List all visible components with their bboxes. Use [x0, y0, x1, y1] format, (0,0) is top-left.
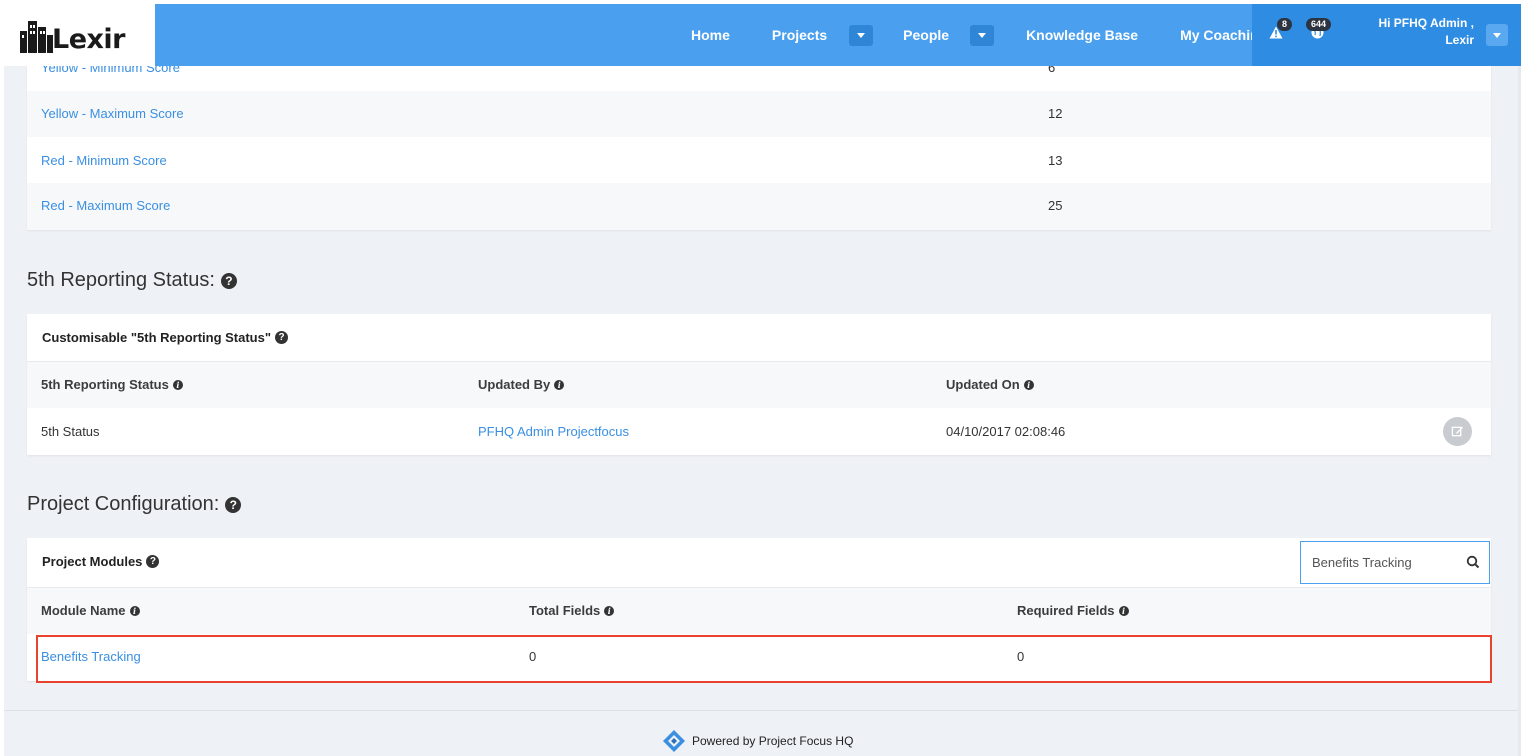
score-label[interactable]: Red - Maximum Score — [41, 198, 170, 213]
column-header-required[interactable]: Required Fields i — [1017, 603, 1129, 618]
user-menu-dropdown-toggle[interactable] — [1486, 24, 1508, 46]
edit-icon — [1451, 426, 1464, 437]
updated-by-link[interactable]: PFHQ Admin Projectfocus — [478, 424, 629, 439]
footer-text: Powered by Project Focus HQ — [692, 734, 854, 748]
table-row: 5th Status PFHQ Admin Projectfocus 04/10… — [27, 408, 1491, 455]
column-header-module[interactable]: Module Name i — [41, 603, 140, 618]
vertical-scrollbar[interactable] — [1518, 66, 1521, 756]
project-focus-logo-icon — [663, 730, 685, 752]
help-icon[interactable]: ? — [275, 331, 289, 344]
search-icon[interactable] — [1466, 555, 1480, 569]
updated-on-value: 04/10/2017 02:08:46 — [946, 424, 1066, 439]
score-value: 25 — [1048, 198, 1063, 213]
column-header-status[interactable]: 5th Reporting Status i — [41, 377, 183, 392]
help-icon[interactable]: ? — [225, 496, 242, 513]
reporting-section-title: 5th Reporting Status: ? — [27, 269, 237, 292]
module-search-input[interactable] — [1312, 555, 1452, 570]
score-value: 12 — [1048, 106, 1063, 121]
app-frame: Yellow - Minimum Score 6 Yellow - Maximu… — [4, 4, 1521, 756]
score-value: 13 — [1048, 153, 1063, 168]
status-value: 5th Status — [41, 424, 100, 439]
notifications-badge: 644 — [1306, 18, 1332, 31]
info-icon: i — [1118, 605, 1129, 616]
score-row: Yellow - Maximum Score 12 — [27, 91, 1491, 137]
brand-logo-text: Lexir — [52, 23, 126, 55]
edit-button[interactable] — [1443, 417, 1472, 446]
column-header-label: 5th Reporting Status — [41, 377, 169, 392]
reporting-card-title: Customisable "5th Reporting Status" ? — [42, 330, 289, 345]
column-header-label: Updated By — [478, 377, 551, 392]
score-label[interactable]: Red - Minimum Score — [41, 153, 167, 168]
info-icon: i — [604, 605, 615, 616]
table-header: 5th Reporting Status i Updated By i Upda… — [27, 362, 1491, 408]
info-icon: i — [129, 605, 140, 616]
info-icon: i — [172, 379, 183, 390]
brand-logo[interactable]: Lexir — [4, 4, 155, 66]
column-header-total[interactable]: Total Fields i — [529, 603, 615, 618]
score-row: Red - Minimum Score 13 — [27, 137, 1491, 183]
user-greeting-line1: Hi PFHQ Admin , — [1378, 16, 1474, 30]
projects-dropdown-toggle[interactable] — [849, 24, 874, 46]
people-dropdown-toggle[interactable] — [970, 24, 995, 46]
column-header-label: Module Name — [41, 603, 126, 618]
column-header-updated-on[interactable]: Updated On i — [946, 377, 1034, 392]
info-icon: i — [1023, 379, 1034, 390]
highlight-box — [36, 635, 1492, 683]
config-section-title: Project Configuration: ? — [27, 493, 242, 516]
score-row: Red - Maximum Score 25 — [27, 183, 1491, 230]
nav-projects[interactable]: Projects — [772, 27, 827, 43]
nav-knowledge-base[interactable]: Knowledge Base — [1026, 27, 1138, 43]
building-logo-icon — [20, 21, 53, 53]
user-area: 8 644 Hi PFHQ Admin , Lexir — [1252, 4, 1521, 66]
help-icon[interactable]: ? — [146, 555, 160, 568]
main-nav: Home Projects People Knowledge Base My C… — [684, 4, 1267, 66]
footer-credit: Powered by Project Focus HQ — [662, 729, 853, 753]
help-icon[interactable]: ? — [220, 272, 237, 289]
column-header-label: Updated On — [946, 377, 1020, 392]
table-header: Module Name i Total Fields i Required Fi… — [27, 588, 1491, 634]
column-header-label: Total Fields — [529, 603, 601, 618]
alerts-button[interactable]: 8 — [1269, 18, 1293, 42]
user-greeting-line2: Lexir — [1445, 33, 1474, 47]
config-card-title-text: Project Modules — [42, 554, 143, 569]
column-header-label: Required Fields — [1017, 603, 1115, 618]
score-card: Yellow - Minimum Score 6 Yellow - Maximu… — [27, 44, 1491, 230]
module-search[interactable] — [1300, 541, 1490, 584]
alerts-badge: 8 — [1277, 18, 1293, 31]
reporting-card: Customisable "5th Reporting Status" ? 5t… — [27, 314, 1491, 455]
footer: Powered by Project Focus HQ — [4, 710, 1521, 756]
reporting-section-title-text: 5th Reporting Status: — [27, 269, 215, 291]
notifications-button[interactable]: 644 — [1306, 18, 1332, 42]
top-navbar: Lexir Home Projects People Knowledge Bas… — [4, 4, 1521, 66]
nav-people[interactable]: People — [903, 27, 949, 43]
info-icon: i — [554, 379, 565, 390]
score-label[interactable]: Yellow - Maximum Score — [41, 106, 184, 121]
config-section-title-text: Project Configuration: — [27, 493, 220, 515]
user-greeting[interactable]: Hi PFHQ Admin , Lexir — [1354, 15, 1474, 49]
reporting-card-title-text: Customisable "5th Reporting Status" — [42, 330, 272, 345]
column-header-updated-by[interactable]: Updated By i — [478, 377, 565, 392]
nav-home[interactable]: Home — [691, 27, 730, 43]
config-card-title: Project Modules ? — [42, 554, 160, 569]
